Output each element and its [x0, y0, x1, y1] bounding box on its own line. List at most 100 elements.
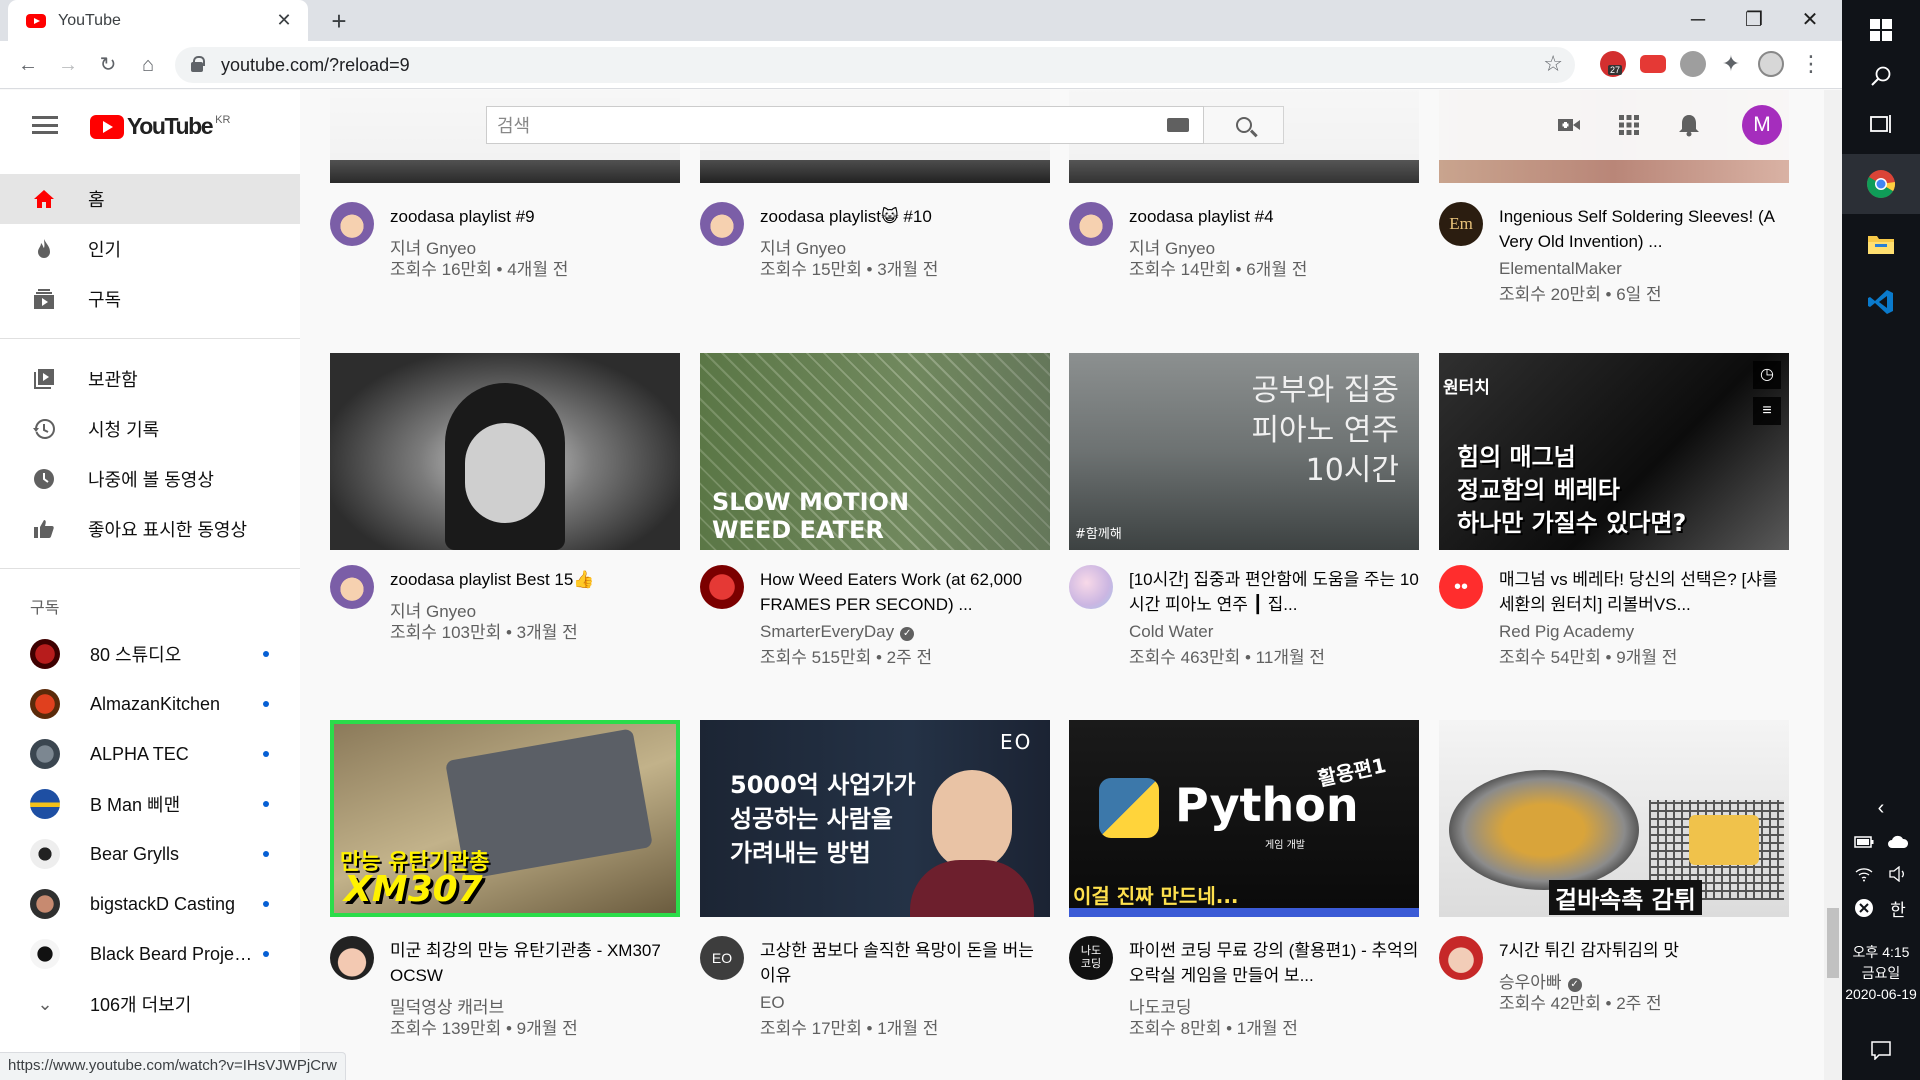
sidebar-subscription[interactable]: B Man 삐맨 — [0, 779, 300, 829]
search-input[interactable]: 검색 — [486, 106, 1204, 144]
video-thumbnail[interactable]: 원터치 힘의 매그넘 정교함의 베레타 하나만 가질수 있다면? ◷ ≡ — [1439, 353, 1789, 550]
adblock-extension-icon[interactable]: 27 — [1600, 51, 1626, 77]
sidebar-item-library[interactable]: 보관함 — [0, 354, 300, 404]
channel-avatar[interactable]: •• — [1439, 565, 1483, 609]
restore-button[interactable]: ❐ — [1726, 2, 1782, 38]
chrome-taskbar-icon[interactable] — [1842, 154, 1920, 214]
channel-avatar[interactable] — [1439, 936, 1483, 980]
video-thumbnail[interactable]: Python 활용편1 게임 개발 이걸 진짜 만드네... — [1069, 720, 1419, 917]
video-thumbnail[interactable]: 5000억 사업가가 성공하는 사람을 가려내는 방법 EO — [700, 720, 1050, 917]
sidebar-subscription[interactable]: ALPHA TEC — [0, 729, 300, 779]
video-title[interactable]: [10시간] 집중과 편안함에 도움을 주는 10시간 피아노 연주 ┃ 집..… — [1129, 567, 1419, 617]
sidebar-item-trending[interactable]: 인기 — [0, 224, 300, 274]
video-title[interactable]: zoodasa playlist😺 #10 — [760, 204, 1050, 229]
channel-avatar[interactable] — [700, 202, 744, 246]
video-thumbnail[interactable] — [330, 353, 680, 550]
sidebar-subscription[interactable]: 80 스튜디오 — [0, 629, 300, 679]
new-tab-button[interactable]: + — [324, 6, 354, 36]
sidebar-subscription[interactable]: AlmazanKitchen — [0, 679, 300, 729]
sidebar-show-more[interactable]: ⌄ 106개 더보기 — [0, 979, 300, 1029]
ime-language-indicator[interactable]: 한 — [1880, 886, 1916, 930]
vscode-icon[interactable] — [1842, 272, 1920, 332]
sidebar-item-watch-later[interactable]: 나중에 볼 동영상 — [0, 454, 300, 504]
sidebar-subscription[interactable]: bigstackD Casting — [0, 879, 300, 929]
channel-avatar[interactable] — [330, 565, 374, 609]
sidebar-item-label: 홈 — [88, 190, 105, 210]
search-button[interactable] — [1204, 106, 1284, 144]
scrollbar-thumb[interactable] — [1827, 908, 1839, 978]
tab-close-icon[interactable]: ✕ — [274, 10, 294, 31]
account-avatar[interactable]: M — [1742, 105, 1782, 145]
file-explorer-icon[interactable] — [1842, 214, 1920, 274]
channel-avatar[interactable]: EO — [700, 936, 744, 980]
forward-arrow-icon[interactable]: → — [52, 49, 84, 81]
channel-name[interactable]: EO — [760, 993, 785, 1013]
video-title[interactable]: 파이썬 코딩 무료 강의 (활용편1) - 추억의 오락실 게임을 만들어 보.… — [1129, 938, 1419, 988]
sidebar-item-history[interactable]: 시청 기록 — [0, 404, 300, 454]
video-thumbnail[interactable]: SLOW MOTION WEED EATER — [700, 353, 1050, 550]
sidebar-subscription[interactable]: Black Beard Projec... — [0, 929, 300, 979]
bookmark-star-icon[interactable]: ☆ — [1543, 51, 1563, 77]
home-icon[interactable]: ⌂ — [132, 49, 164, 81]
channel-avatar[interactable] — [1069, 565, 1113, 609]
channel-avatar[interactable] — [330, 936, 374, 980]
address-bar[interactable]: youtube.com/?reload=9 ☆ — [175, 47, 1575, 83]
sidebar-item-label: 나중에 볼 동영상 — [88, 470, 214, 490]
channel-name[interactable]: ElementalMaker — [1499, 259, 1622, 279]
video-stats: 조회수 8만회 • 1개월 전 — [1129, 1019, 1298, 1038]
notifications-bell-icon[interactable] — [1676, 112, 1702, 138]
channel-avatar[interactable] — [1069, 202, 1113, 246]
channel-name[interactable]: Cold Water — [1129, 622, 1213, 642]
watch-later-icon[interactable]: ◷ — [1753, 361, 1781, 389]
create-video-icon[interactable] — [1556, 112, 1582, 138]
channel-avatar[interactable] — [700, 565, 744, 609]
video-title[interactable]: How Weed Eaters Work (at 62,000 FRAMES P… — [760, 567, 1050, 617]
sidebar-divider — [0, 568, 300, 569]
youtube-extension-icon[interactable] — [1640, 55, 1666, 73]
hamburger-menu-icon[interactable] — [32, 116, 58, 134]
apps-grid-icon[interactable] — [1616, 112, 1642, 138]
minimize-button[interactable]: ─ — [1670, 2, 1726, 38]
task-view-icon[interactable] — [1842, 94, 1920, 154]
extension-icon[interactable] — [1680, 51, 1706, 77]
sidebar-item-home[interactable]: 홈 — [0, 174, 300, 224]
channel-name[interactable]: SmarterEveryDay ✓ — [760, 622, 915, 642]
youtube-logo[interactable]: YouTube KR — [90, 113, 230, 140]
add-to-queue-icon[interactable]: ≡ — [1753, 397, 1781, 425]
video-title[interactable]: 고상한 꿈보다 솔직한 욕망이 돈을 버는 이유 — [760, 938, 1050, 988]
sidebar-item-subscriptions[interactable]: 구독 — [0, 274, 300, 324]
sidebar-item-label: 인기 — [88, 240, 122, 260]
channel-avatar — [30, 639, 60, 669]
sidebar-item-liked-videos[interactable]: 좋아요 표시한 동영상 — [0, 504, 300, 554]
video-title[interactable]: 매그넘 vs 베레타! 당신의 선택은? [샤를세환의 원터치] 리볼버VS..… — [1499, 567, 1789, 617]
video-title[interactable]: zoodasa playlist Best 15👍 — [390, 567, 680, 592]
taskbar-clock[interactable]: 오후 4:15 금요일 2020-06-19 — [1842, 942, 1920, 1005]
tab-youtube[interactable]: YouTube ✕ — [8, 0, 308, 41]
channel-name[interactable]: Red Pig Academy — [1499, 622, 1634, 642]
subscription-label: bigstackD Casting — [90, 893, 236, 914]
action-center-icon[interactable] — [1842, 1020, 1920, 1080]
video-thumbnail[interactable]: 공부와 집중 피아노 연주 10시간 #함께해 — [1069, 353, 1419, 550]
channel-avatar[interactable]: Em — [1439, 202, 1483, 246]
channel-avatar[interactable] — [330, 202, 374, 246]
reload-icon[interactable]: ↻ — [92, 49, 124, 81]
video-title[interactable]: Ingenious Self Soldering Sleeves! (A Ver… — [1499, 204, 1789, 254]
close-window-button[interactable]: ✕ — [1782, 2, 1838, 38]
kebab-menu-icon[interactable]: ⋮ — [1798, 51, 1824, 77]
video-title[interactable]: 미군 최강의 만능 유탄기관총 - XM307 OCSW — [390, 938, 680, 988]
sidebar-subscription[interactable]: Bear Grylls — [0, 829, 300, 879]
video-title[interactable]: 7시간 튀긴 감자튀김의 맛 — [1499, 938, 1789, 963]
profile-avatar-icon[interactable] — [1758, 51, 1784, 77]
channel-avatar[interactable]: 나도 코딩 — [1069, 936, 1113, 980]
video-title[interactable]: zoodasa playlist #9 — [390, 204, 680, 229]
thumbnail-caption: SLOW MOTION WEED EATER — [712, 488, 910, 544]
ime-close-icon[interactable] — [1846, 886, 1882, 930]
video-title[interactable]: zoodasa playlist #4 — [1129, 204, 1419, 229]
page-scrollbar[interactable] — [1824, 90, 1842, 1080]
chevron-down-icon: ⌄ — [37, 994, 53, 1014]
video-thumbnail[interactable]: 만능 유탄기관총 XM307 — [330, 720, 680, 917]
video-thumbnail[interactable]: 겉바속촉 감튀 — [1439, 720, 1789, 917]
puzzle-extensions-icon[interactable]: ✦ — [1718, 51, 1744, 77]
keyboard-icon[interactable] — [1167, 118, 1189, 132]
back-arrow-icon[interactable]: ← — [12, 49, 44, 81]
